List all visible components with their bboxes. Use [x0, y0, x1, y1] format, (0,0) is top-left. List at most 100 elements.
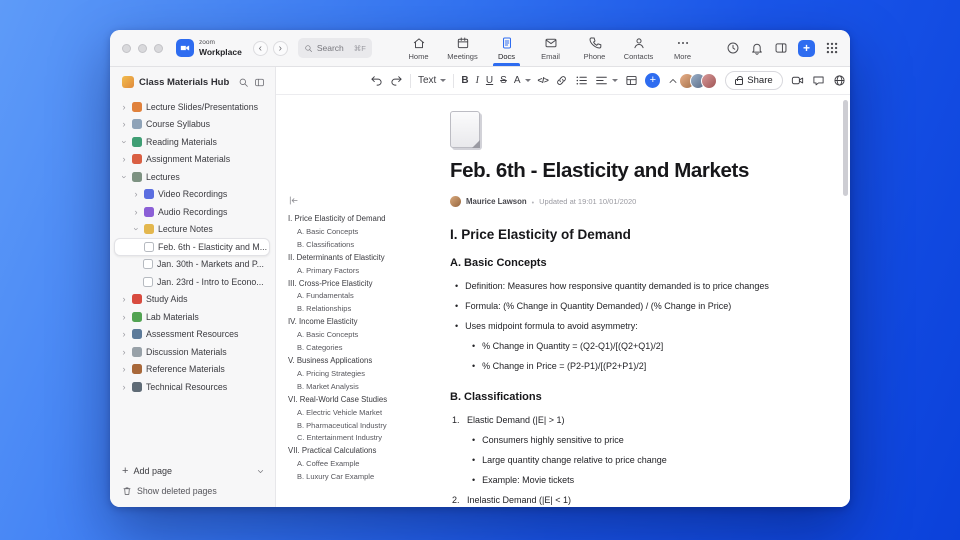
outline-item[interactable]: V. Business Applications — [288, 355, 410, 368]
underline-button[interactable]: U — [486, 75, 493, 86]
outline-item[interactable]: A. Primary Factors — [288, 265, 410, 278]
italic-button[interactable]: I — [476, 75, 479, 86]
document-canvas[interactable]: I. Price Elasticity of Demand A. Basic C… — [276, 95, 850, 507]
sidebar-item-video-recordings[interactable]: Video Recordings — [110, 186, 275, 204]
outline-item[interactable]: B. Relationships — [288, 303, 410, 316]
new-button[interactable] — [798, 39, 815, 57]
side-panel-icon[interactable] — [774, 41, 788, 55]
heading-1[interactable]: I. Price Elasticity of Demand — [450, 227, 772, 242]
outline-item[interactable]: IV. Income Elasticity — [288, 316, 410, 329]
chevron-down-icon[interactable] — [256, 467, 265, 476]
table-button[interactable] — [625, 74, 638, 87]
sub-bullet-item[interactable]: Large quantity change relative to price … — [450, 450, 772, 470]
outline-item[interactable]: VI. Real-World Case Studies — [288, 394, 410, 407]
apps-grid-icon[interactable] — [825, 41, 839, 55]
sidebar-item-reading-materials[interactable]: Reading Materials — [110, 133, 275, 151]
numbered-item[interactable]: 2. Inelastic Demand (|E| < 1) — [450, 490, 772, 507]
outline-item[interactable]: B. Categories — [288, 342, 410, 355]
globe-icon[interactable] — [833, 74, 846, 87]
tab-email[interactable]: Email — [530, 30, 571, 66]
maximize-window-button[interactable] — [154, 43, 163, 53]
redo-button[interactable] — [390, 74, 403, 87]
outline-item[interactable]: VII. Practical Calculations — [288, 445, 410, 458]
history-icon[interactable] — [726, 41, 740, 55]
tab-phone[interactable]: Phone — [574, 30, 615, 66]
tab-meetings[interactable]: Meetings — [442, 30, 483, 66]
chevron-right-icon[interactable] — [120, 348, 128, 356]
outline-item[interactable]: B. Pharmaceutical Industry — [288, 420, 410, 433]
sidebar-item-lecture-notes[interactable]: Lecture Notes — [110, 221, 275, 239]
outline-item[interactable]: C. Entertainment Industry — [288, 432, 410, 445]
sub-bullet-item[interactable]: Consumers highly sensitive to price — [450, 430, 772, 450]
chevron-right-icon[interactable] — [120, 383, 128, 391]
show-deleted-pages-button[interactable]: Show deleted pages — [122, 486, 265, 496]
sidebar-item-audio-recordings[interactable]: Audio Recordings — [110, 203, 275, 221]
chevron-right-icon[interactable] — [120, 330, 128, 338]
outline-item[interactable]: A. Fundamentals — [288, 290, 410, 303]
bulleted-list-button[interactable] — [575, 74, 588, 87]
collapse-toolbar-button[interactable] — [667, 75, 679, 87]
outline-item[interactable]: A. Basic Concepts — [288, 226, 410, 239]
outline-item[interactable]: B. Market Analysis — [288, 381, 410, 394]
tab-home[interactable]: Home — [398, 30, 439, 66]
chevron-right-icon[interactable] — [120, 155, 128, 163]
outline-collapse-icon[interactable] — [288, 195, 410, 206]
sidebar-search-icon[interactable] — [238, 77, 249, 88]
heading-2[interactable]: A. Basic Concepts — [450, 257, 772, 269]
chevron-right-icon[interactable] — [120, 365, 128, 373]
add-page-button[interactable]: Add page — [122, 465, 265, 477]
chevron-down-icon[interactable] — [132, 225, 140, 233]
sidebar-item-lecture-slides[interactable]: Lecture Slides/Presentations — [110, 98, 275, 116]
outline-item[interactable]: B. Luxury Car Example — [288, 471, 410, 484]
outline-item[interactable]: II. Determinants of Elasticity — [288, 252, 410, 265]
outline-item[interactable]: B. Classifications — [288, 239, 410, 252]
back-button[interactable] — [252, 40, 268, 56]
collaborator-avatars[interactable] — [679, 72, 718, 89]
bold-button[interactable]: B — [461, 75, 468, 86]
bullet-item[interactable]: Formula: (% Change in Quantity Demanded)… — [450, 296, 772, 316]
scrollbar[interactable] — [843, 100, 848, 196]
search-input[interactable]: Search ⌘F — [297, 38, 372, 58]
numbered-item[interactable]: 1. Elastic Demand (|E| > 1) — [450, 410, 772, 430]
sidebar-item-discussion-materials[interactable]: Discussion Materials — [110, 343, 275, 361]
outline-item[interactable]: A. Electric Vehicle Market — [288, 407, 410, 420]
minimize-window-button[interactable] — [138, 43, 147, 53]
text-style-dropdown[interactable]: Text — [418, 75, 447, 86]
tab-contacts[interactable]: Contacts — [618, 30, 659, 66]
outline-item[interactable]: A. Pricing Strategies — [288, 368, 410, 381]
sub-bullet-item[interactable]: Example: Movie tickets — [450, 470, 772, 490]
tab-docs[interactable]: Docs — [486, 30, 527, 66]
document-title[interactable]: Feb. 6th - Elasticity and Markets — [450, 159, 772, 183]
bullet-item[interactable]: Uses midpoint formula to avoid asymmetry… — [450, 316, 772, 336]
sub-bullet-item[interactable]: % Change in Quantity = (Q2-Q1)/[(Q2+Q1)/… — [450, 336, 772, 356]
code-button[interactable]: </> — [538, 76, 549, 85]
outline-item[interactable]: III. Cross-Price Elasticity — [288, 278, 410, 291]
sidebar-item-lab-materials[interactable]: Lab Materials — [110, 308, 275, 326]
video-camera-icon[interactable] — [791, 74, 804, 87]
tab-more[interactable]: More — [662, 30, 703, 66]
outline-item[interactable]: A. Basic Concepts — [288, 329, 410, 342]
sidebar-item-reference-materials[interactable]: Reference Materials — [110, 361, 275, 379]
chevron-right-icon[interactable] — [120, 120, 128, 128]
chevron-right-icon[interactable] — [120, 313, 128, 321]
sidebar-collapse-icon[interactable] — [254, 77, 265, 88]
close-window-button[interactable] — [122, 43, 131, 53]
sidebar-item-jan-30th[interactable]: Jan. 30th - Markets and P... — [110, 256, 275, 274]
sidebar-item-assignment-materials[interactable]: Assignment Materials — [110, 151, 275, 169]
sidebar-item-course-syllabus[interactable]: Course Syllabus — [110, 116, 275, 134]
text-color-button[interactable]: A — [514, 75, 531, 86]
forward-button[interactable] — [272, 40, 288, 56]
bullet-item[interactable]: Definition: Measures how responsive quan… — [450, 276, 772, 296]
notifications-bell-icon[interactable] — [750, 41, 764, 55]
share-button[interactable]: Share — [725, 71, 783, 90]
undo-button[interactable] — [370, 74, 383, 87]
sub-bullet-item[interactable]: % Change in Price = (P2-P1)/[(P2+P1)/2] — [450, 356, 772, 376]
sidebar-item-lectures[interactable]: Lectures — [110, 168, 275, 186]
chevron-right-icon[interactable] — [132, 208, 140, 216]
chevron-down-icon[interactable] — [120, 173, 128, 181]
chat-icon[interactable] — [812, 74, 825, 87]
strikethrough-button[interactable]: S — [500, 75, 507, 86]
sidebar-item-assessment-resources[interactable]: Assessment Resources — [110, 326, 275, 344]
document-page-icon[interactable] — [450, 111, 480, 148]
outline-item[interactable]: I. Price Elasticity of Demand — [288, 213, 410, 226]
